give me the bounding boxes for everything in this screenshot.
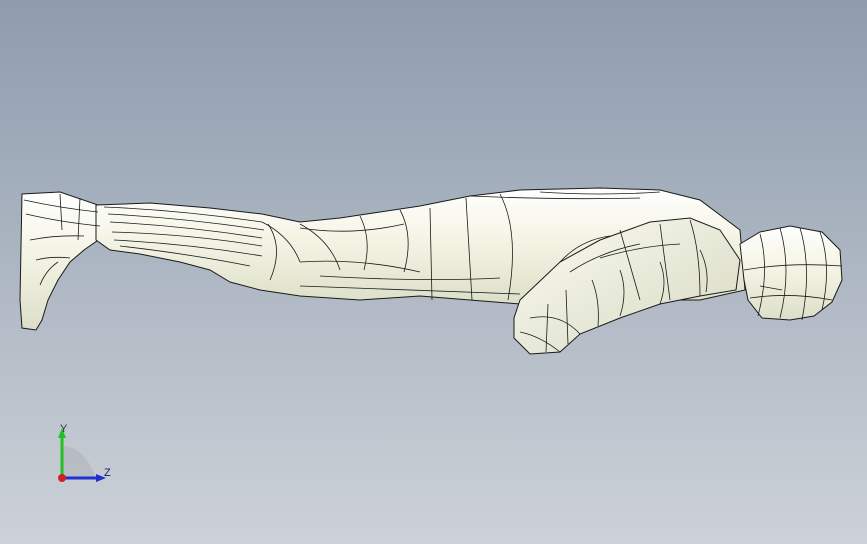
- graphics-viewport[interactable]: Y Z: [0, 0, 867, 544]
- y-axis-label: Y: [60, 423, 68, 435]
- z-axis-label: Z: [104, 467, 111, 479]
- coordinate-triad: Y Z: [44, 420, 124, 500]
- x-axis-dot: [58, 474, 66, 482]
- human-mannequin-model[interactable]: [0, 0, 867, 544]
- triad-graphic: [58, 428, 106, 482]
